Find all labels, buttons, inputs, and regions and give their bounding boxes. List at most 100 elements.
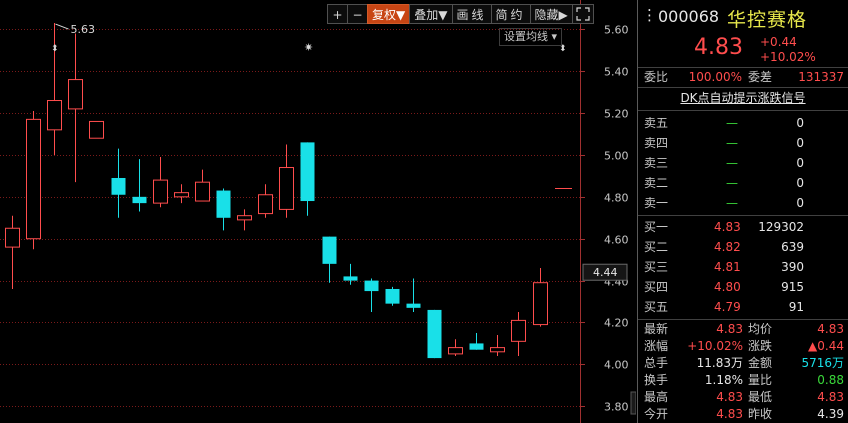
bid-label: 买四	[644, 280, 669, 294]
bid-price: 4.83	[714, 220, 741, 234]
current-price-label: 4.44	[593, 266, 618, 279]
price-change: +0.44	[760, 35, 797, 49]
stat-row: 最高 4.83 最低 4.83	[638, 389, 848, 406]
zoom-out-button[interactable]: −	[347, 4, 368, 24]
bid-label: 买一	[644, 220, 669, 234]
weibi-label: 委比	[644, 70, 669, 84]
y-tick-label: 5.60	[604, 24, 629, 37]
max-price-label: 5.63	[71, 23, 96, 36]
chevron-right-icon: ▶	[558, 8, 568, 22]
ask-label: 卖三	[644, 156, 669, 170]
candle-body	[490, 347, 505, 353]
stat-row: 最新 4.83 均价 4.83	[638, 321, 848, 338]
candle-body	[47, 100, 62, 131]
candle-body	[5, 227, 20, 248]
ask-row: 卖四 — 0	[638, 133, 848, 153]
ask-price: —	[726, 116, 738, 130]
fuquan-button[interactable]: 复权▼	[367, 4, 411, 24]
ask-volume: 0	[796, 176, 804, 190]
fullscreen-icon[interactable]	[571, 4, 594, 24]
brief-button[interactable]: 简约	[490, 4, 531, 24]
candle-body	[511, 319, 526, 342]
stat-value: 1.18%	[704, 373, 743, 387]
ask-label: 卖一	[644, 196, 669, 210]
candle-body	[111, 177, 126, 195]
bid-row: 买四 4.80 915	[638, 277, 848, 297]
stock-code: 000068	[658, 7, 720, 26]
candle-body	[132, 196, 147, 204]
bid-price: 4.79	[714, 300, 741, 314]
ask-volume: 0	[796, 196, 804, 210]
price-change-pct: +10.02%	[760, 50, 816, 64]
stat-value: 4.83	[716, 390, 743, 404]
ask-row: 卖一 — 0	[638, 193, 848, 213]
candle-body	[68, 79, 83, 110]
overlay-button[interactable]: 叠加▼	[409, 4, 453, 24]
stat-value: 4.83	[817, 322, 844, 336]
chart-toolbar: + − 复权▼ 叠加▼ 画线 简约 隐藏▶	[327, 4, 594, 24]
bid-row: 买一 4.83 129302	[638, 217, 848, 237]
ask-volume: 0	[796, 116, 804, 130]
y-tick-label: 5.40	[604, 66, 629, 79]
stat-value: +10.02%	[687, 339, 743, 353]
y-tick-label: 5.00	[604, 150, 629, 163]
set-ma-label: 设置均线	[504, 30, 548, 43]
candle-body	[237, 215, 252, 221]
ask-row: 卖五 — 0	[638, 113, 848, 133]
dk-banner[interactable]: DK点自动提示涨跌信号	[638, 88, 848, 108]
stat-value: 11.83万	[696, 356, 743, 370]
max-price-pointer	[55, 23, 69, 30]
stat-value: 4.83	[716, 322, 743, 336]
candle-body	[258, 194, 273, 215]
candle-body	[469, 343, 484, 350]
fuquan-label: 复权	[372, 8, 397, 22]
quote-panel: ⋮ 000068 华控赛格 4.83 +0.44 +10.02% 委比 100.…	[638, 0, 848, 423]
y-tick-label: 4.80	[604, 192, 629, 205]
stat-label: 今开	[644, 407, 669, 421]
candle-body	[279, 167, 294, 210]
stat-row: 换手 1.18% 量比 0.88	[638, 372, 848, 389]
stat-label: 涨幅	[644, 339, 669, 353]
bid-label: 买三	[644, 260, 669, 274]
bid-volume: 129302	[758, 220, 804, 234]
stat-label: 总手	[644, 356, 669, 370]
candle-body	[300, 142, 315, 202]
menu-icon[interactable]: ⋮	[642, 6, 657, 24]
stat-value: 0.88	[817, 373, 844, 387]
candlestick-chart[interactable]: 5.605.405.205.004.804.604.404.204.003.80…	[0, 0, 636, 423]
hide-button[interactable]: 隐藏▶	[529, 4, 573, 24]
collapse-handle	[630, 391, 636, 415]
stat-label: 昨收	[748, 407, 773, 421]
bid-price: 4.80	[714, 280, 741, 294]
stat-value: 5716万	[801, 356, 844, 370]
chevron-down-icon: ▼	[396, 8, 406, 22]
stock-name: 华控赛格	[727, 9, 808, 31]
y-tick-label: 4.00	[604, 359, 629, 372]
ask-row: 卖三 — 0	[638, 153, 848, 173]
stat-label: 量比	[748, 373, 773, 387]
stat-value: 4.83	[716, 407, 743, 421]
weicha-value: 131337	[798, 70, 844, 84]
set-ma-button[interactable]: 设置均线 ▾	[499, 28, 563, 46]
y-tick-label: 4.60	[604, 234, 629, 247]
candle-body	[343, 276, 358, 281]
chevron-down-icon: ▾	[551, 30, 558, 43]
weicha-label: 委差	[748, 70, 773, 84]
bid-volume: 390	[781, 260, 804, 274]
stat-value: ▲0.44	[808, 339, 844, 353]
bid-volume: 915	[781, 280, 804, 294]
stat-row: 涨幅 +10.02% 涨跌 ▲0.44	[638, 338, 848, 355]
ask-volume: 0	[796, 136, 804, 150]
zoom-in-button[interactable]: +	[327, 4, 348, 24]
ask-label: 卖四	[644, 136, 669, 150]
split-marker-icon: ⬍	[51, 44, 59, 54]
candle-body	[406, 303, 421, 308]
ask-label: 卖五	[644, 116, 669, 130]
bid-volume: 639	[781, 240, 804, 254]
stat-label: 最新	[644, 322, 669, 336]
event-marker-icon: ✷	[304, 41, 313, 54]
bid-row: 买五 4.79 91	[638, 297, 848, 317]
candle-body	[153, 179, 168, 204]
dk-banner-link[interactable]: DK点自动提示涨跌信号	[680, 91, 805, 105]
draw-line-button[interactable]: 画线	[451, 4, 492, 24]
